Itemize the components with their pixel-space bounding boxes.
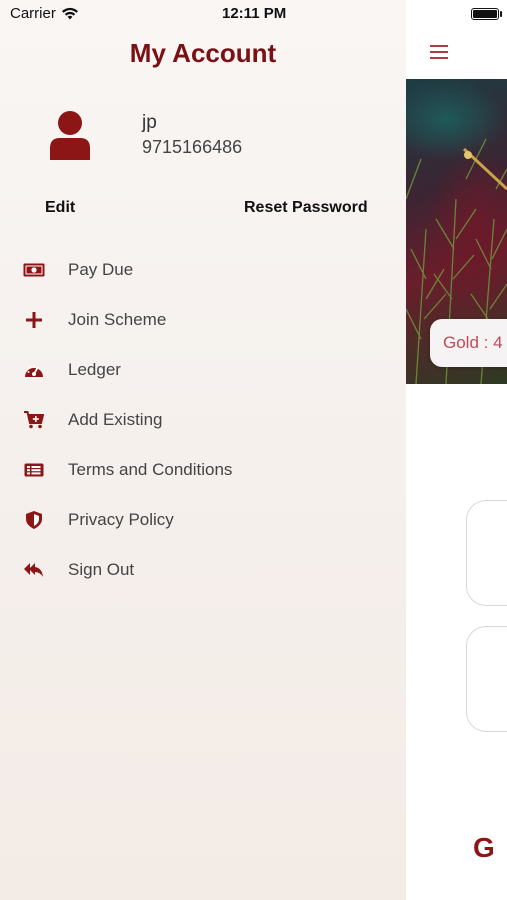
user-phone: 9715166486 — [142, 137, 243, 157]
menu-item-privacy-policy[interactable]: Privacy Policy — [22, 505, 382, 535]
speedometer-icon — [22, 358, 46, 382]
menu-label: Ledger — [68, 360, 121, 379]
battery-icon — [471, 8, 499, 20]
plus-icon — [22, 308, 46, 332]
menu-item-pay-due[interactable]: Pay Due — [22, 255, 382, 285]
reset-password-button[interactable]: Reset Password — [244, 199, 368, 217]
carrier-label: Carrier — [10, 5, 56, 22]
menu-item-terms-and-conditions[interactable]: Terms and Conditions — [22, 455, 382, 485]
menu-item-add-existing[interactable]: Add Existing — [22, 405, 382, 435]
reply-all-icon — [22, 558, 46, 582]
menu-item-sign-out[interactable]: Sign Out — [22, 555, 382, 585]
menu-label: Add Existing — [68, 410, 163, 429]
document-list-icon — [22, 458, 46, 482]
menu-label: Sign Out — [68, 560, 135, 579]
hamburger-menu-icon[interactable] — [430, 45, 448, 59]
menu-item-ledger[interactable]: Ledger — [22, 355, 382, 385]
drawer-title: My Account — [129, 38, 277, 68]
menu-label: Privacy Policy — [68, 510, 174, 529]
menu-item-join-scheme[interactable]: Join Scheme — [22, 305, 382, 335]
gold-rate-label: Gold : 4 — [443, 333, 503, 352]
main-screen-peek[interactable]: Gold : 4 G — [406, 0, 507, 900]
side-drawer: Carrier 12:11 PM My Account jp 971516648… — [0, 0, 406, 900]
status-time: 12:11 PM — [222, 5, 287, 22]
battery-cap — [500, 11, 502, 17]
wifi-icon — [61, 7, 78, 20]
user-avatar-icon — [50, 111, 90, 160]
menu-label: Join Scheme — [68, 310, 167, 329]
menu-label: Pay Due — [68, 260, 134, 279]
menu-label: Terms and Conditions — [68, 460, 233, 479]
brand-logo-icon: G — [473, 832, 495, 863]
status-carrier: Carrier — [10, 5, 79, 22]
cart-plus-icon — [22, 408, 46, 432]
gold-rate-pill: Gold : 4 — [430, 319, 507, 367]
action-card[interactable] — [466, 500, 507, 606]
user-name: jp — [142, 112, 157, 133]
action-card[interactable] — [466, 626, 507, 732]
money-icon — [22, 258, 46, 282]
shield-icon — [22, 508, 46, 532]
edit-button[interactable]: Edit — [45, 199, 75, 217]
